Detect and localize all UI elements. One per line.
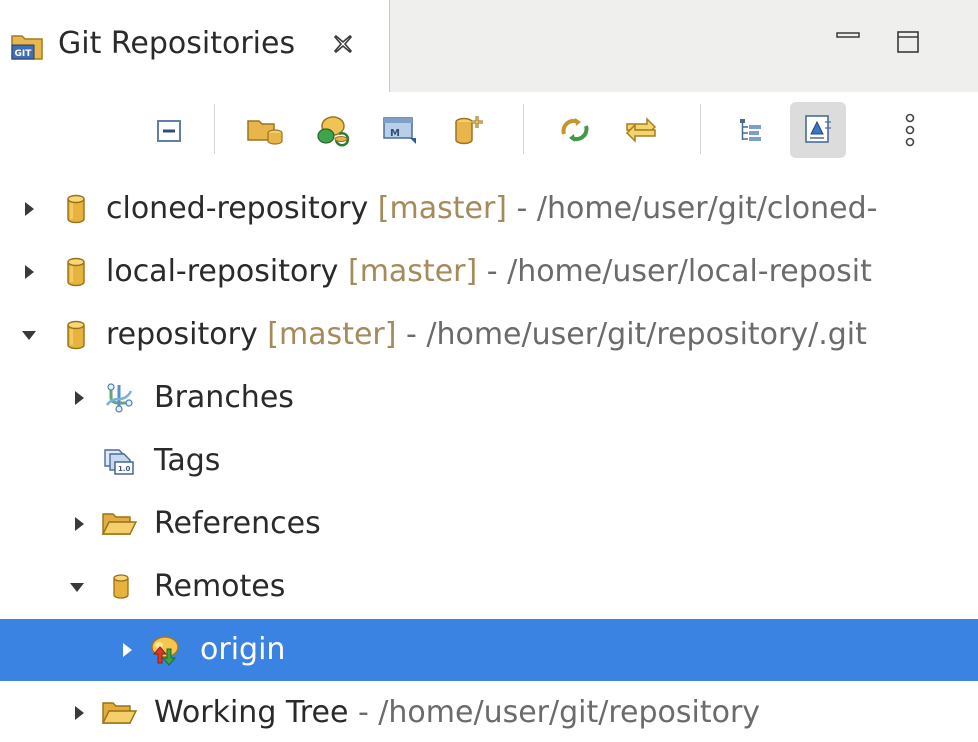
import-projects-button[interactable]: M: [372, 102, 428, 158]
hierarchy-icon: [734, 113, 768, 147]
add-existing-repository-button[interactable]: [238, 102, 294, 158]
toolbar-separator: [700, 104, 701, 154]
tree-item-label: cloned-repository [master] - /home/user/…: [106, 191, 878, 226]
tree-item-working-tree[interactable]: Working Tree - /home/user/git/repository: [0, 682, 978, 742]
hierarchical-branch-layout-button[interactable]: [723, 102, 779, 158]
tree-item-label: origin: [200, 632, 286, 667]
view-menu-button[interactable]: [882, 102, 938, 158]
repository-icon: [57, 190, 95, 228]
path-label: - /home/user/git/cloned-: [506, 191, 878, 226]
tree-item-branches[interactable]: Branches: [0, 367, 978, 429]
tree-item-label: repository [master] - /home/user/git/rep…: [106, 317, 867, 352]
expand-arrow-icon[interactable]: [18, 178, 40, 240]
link-with-selection-button[interactable]: [613, 102, 669, 158]
folder-icon: [100, 694, 138, 732]
tab-title: Git Repositories: [58, 26, 296, 61]
refresh-icon: [555, 112, 595, 148]
tree-item-references[interactable]: References: [0, 493, 978, 555]
create-repository-button[interactable]: [441, 102, 497, 158]
tree-item-tags[interactable]: 1.0 Tags: [0, 430, 978, 492]
collapse-arrow-icon[interactable]: [66, 556, 88, 618]
tree-item-origin[interactable]: origin: [0, 619, 978, 681]
link-with-selection-icon: [621, 112, 661, 148]
folder-git-icon: [246, 113, 286, 147]
minimize-icon[interactable]: [834, 28, 862, 42]
tree-item-label: local-repository [master] - /home/user/l…: [106, 254, 872, 289]
git-repositories-icon: GIT: [10, 28, 44, 62]
path-label: - /home/user/git/repository: [348, 695, 761, 730]
branch-label: [master]: [377, 191, 507, 226]
branch-label: [master]: [267, 317, 397, 352]
new-repository-icon: [449, 112, 489, 148]
tab-strip: GIT Git Repositories: [0, 0, 978, 92]
representation-icon: [801, 112, 835, 148]
tree-item-remotes[interactable]: Remotes: [0, 556, 978, 618]
expand-arrow-icon[interactable]: [68, 682, 90, 742]
branch-label: [master]: [347, 254, 478, 289]
tree-item-label: Tags: [154, 443, 221, 478]
import-icon: M: [380, 112, 420, 148]
more-vertical-icon: [900, 110, 920, 150]
expand-arrow-icon[interactable]: [116, 619, 138, 681]
svg-text:1.0: 1.0: [118, 465, 131, 473]
view-toolbar: M: [0, 92, 978, 172]
remotes-icon: [102, 568, 140, 606]
clone-repository-button[interactable]: [305, 102, 361, 158]
show-representation-button[interactable]: [790, 102, 846, 158]
path-label: - /home/user/git/repository/.git: [396, 317, 867, 352]
folder-icon: [100, 505, 138, 543]
collapse-all-icon: [152, 113, 186, 147]
repository-icon: [57, 253, 95, 291]
tree-item-local-repository[interactable]: local-repository [master] - /home/user/l…: [0, 241, 978, 303]
expand-arrow-icon[interactable]: [68, 493, 90, 555]
collapse-arrow-icon[interactable]: [18, 304, 40, 366]
toolbar-separator: [214, 104, 215, 154]
svg-text:M: M: [390, 128, 400, 139]
repository-icon: [57, 316, 95, 354]
git-repositories-view: GIT Git Repositories M cloned-repository…: [0, 0, 978, 742]
expand-arrow-icon[interactable]: [18, 241, 40, 303]
tree-item-label: Branches: [154, 380, 294, 415]
collapse-all-button[interactable]: [141, 102, 197, 158]
close-icon[interactable]: [332, 33, 354, 55]
expand-arrow-icon[interactable]: [68, 367, 90, 429]
tab-git-repositories[interactable]: GIT Git Repositories: [0, 0, 390, 92]
toolbar-separator: [523, 104, 524, 154]
clone-repository-icon: [313, 112, 353, 148]
tree-item-cloned-repository[interactable]: cloned-repository [master] - /home/user/…: [0, 178, 978, 240]
tree-item-label: Remotes: [154, 569, 286, 604]
svg-text:GIT: GIT: [15, 49, 33, 59]
branches-icon: [100, 379, 138, 417]
tags-icon: 1.0: [100, 442, 138, 480]
tree-item-repository[interactable]: repository [master] - /home/user/git/rep…: [0, 304, 978, 366]
maximize-icon[interactable]: [896, 30, 920, 54]
path-label: - /home/user/local-reposit: [477, 254, 872, 289]
remote-origin-icon: [146, 631, 184, 669]
tree-item-label: References: [154, 506, 321, 541]
repository-tree: cloned-repository [master] - /home/user/…: [0, 172, 978, 742]
tree-item-label: Working Tree - /home/user/git/repository: [154, 695, 761, 730]
refresh-button[interactable]: [547, 102, 603, 158]
